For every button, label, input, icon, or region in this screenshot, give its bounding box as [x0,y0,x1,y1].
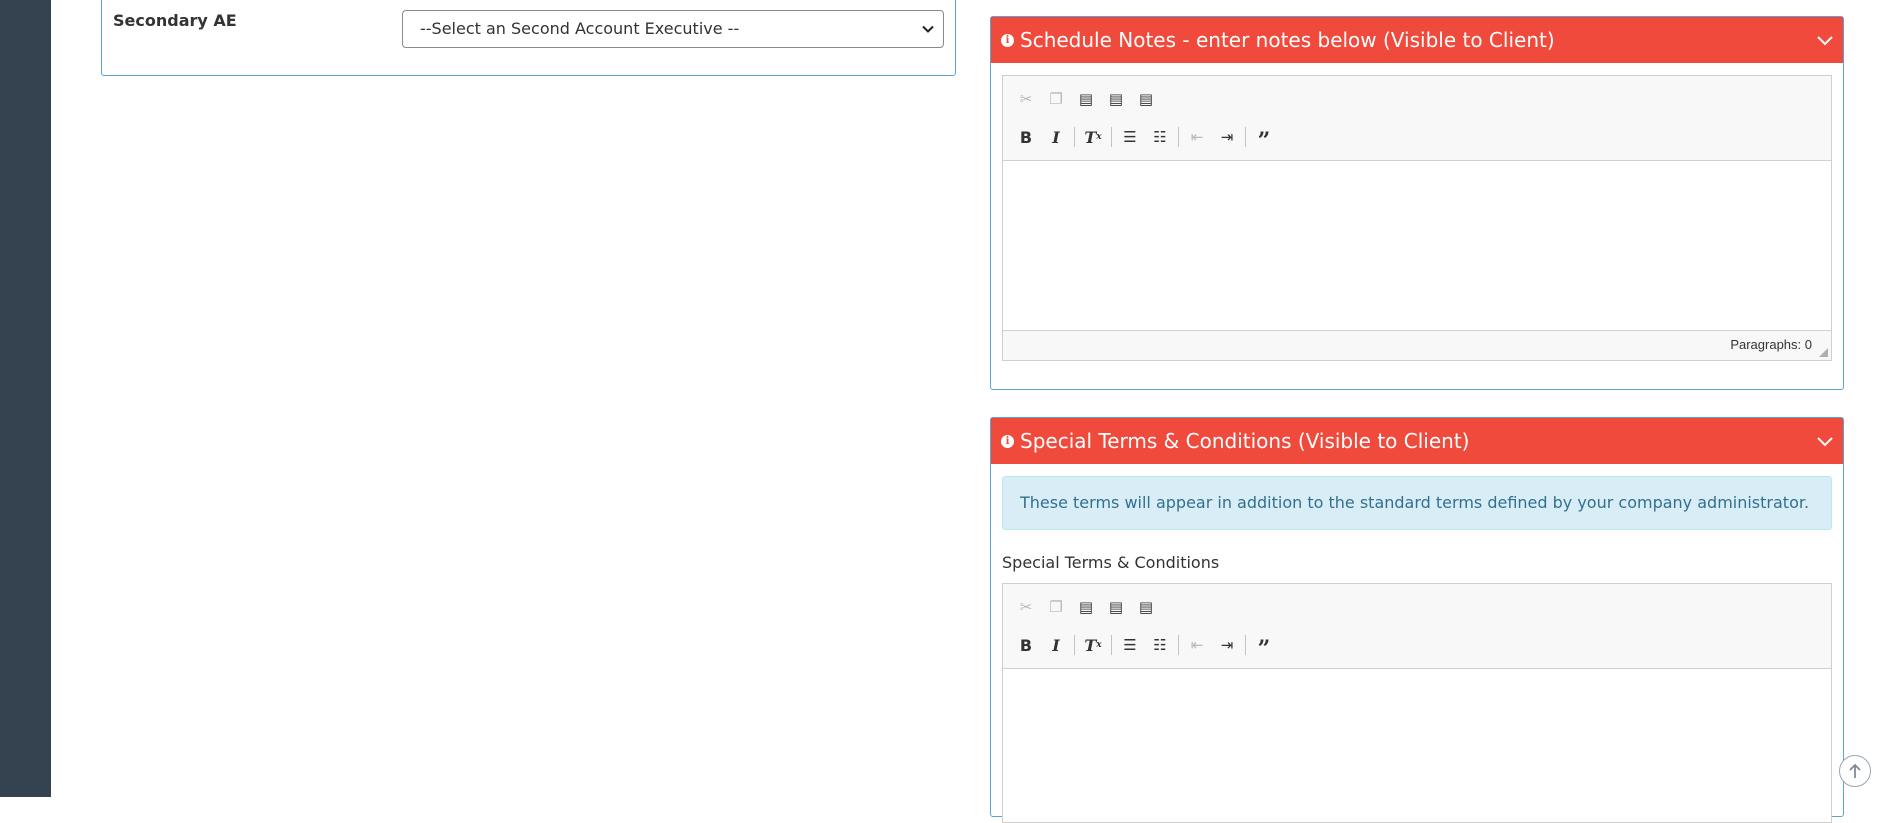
secondary-ae-select-value: --Select an Second Account Executive -- [420,19,740,38]
editor-toolbar: ✂ ❐ ▤ ▤ ▤ B I Tx ☰ ☷ ⇤ ⇥ ” [1003,584,1831,669]
chevron-down-icon[interactable] [1815,431,1835,451]
schedule-notes-editor: ✂ ❐ ▤ ▤ ▤ B I Tx ☰ ☷ ⇤ ⇥ ” Paragraphs: 0 [1002,75,1832,361]
paste-icon[interactable]: ▤ [1071,594,1101,620]
toolbar-separator [1245,635,1246,655]
info-alert: These terms will appear in addition to t… [1002,476,1832,530]
cut-icon[interactable]: ✂ [1011,86,1041,112]
paste-text-icon[interactable]: ▤ [1101,86,1131,112]
paste-icon[interactable]: ▤ [1071,86,1101,112]
schedule-notes-title: Schedule Notes - enter notes below (Visi… [1020,28,1555,52]
indent-icon[interactable]: ⇥ [1212,632,1242,658]
blockquote-icon[interactable]: ” [1249,124,1279,154]
arrow-up-icon [1849,763,1861,778]
sidebar [0,0,51,797]
numbered-list-icon[interactable]: ☰ [1115,124,1145,150]
remove-format-icon[interactable]: Tx [1078,124,1108,150]
toolbar-separator [1111,127,1112,147]
outdent-icon[interactable]: ⇤ [1182,124,1212,150]
outdent-icon[interactable]: ⇤ [1182,632,1212,658]
bulleted-list-icon[interactable]: ☷ [1145,124,1175,150]
indent-icon[interactable]: ⇥ [1212,124,1242,150]
copy-icon[interactable]: ❐ [1041,86,1071,112]
bulleted-list-icon[interactable]: ☷ [1145,632,1175,658]
secondary-ae-select[interactable]: --Select an Second Account Executive -- [402,10,944,48]
scroll-to-top-button[interactable] [1839,755,1871,787]
schedule-notes-content-area[interactable] [1003,161,1831,329]
schedule-notes-header[interactable]: i Schedule Notes - enter notes below (Vi… [991,17,1843,63]
copy-icon[interactable]: ❐ [1041,594,1071,620]
info-icon: i [1001,434,1014,448]
toolbar-separator [1074,127,1075,147]
special-terms-editor: ✂ ❐ ▤ ▤ ▤ B I Tx ☰ ☷ ⇤ ⇥ ” [1002,583,1832,823]
special-terms-header[interactable]: i Special Terms & Conditions (Visible to… [991,418,1843,464]
chevron-down-icon[interactable] [1815,30,1835,50]
toolbar-separator [1178,127,1179,147]
special-terms-panel: i Special Terms & Conditions (Visible to… [990,417,1844,823]
editor-toolbar: ✂ ❐ ▤ ▤ ▤ B I Tx ☰ ☷ ⇤ ⇥ ” [1003,76,1831,161]
remove-format-icon[interactable]: Tx [1078,632,1108,658]
toolbar-separator [1178,635,1179,655]
info-icon: i [1001,33,1014,47]
resize-grip-icon[interactable] [1819,348,1828,357]
italic-icon[interactable]: I [1041,632,1071,658]
schedule-notes-panel: i Schedule Notes - enter notes below (Vi… [990,16,1844,390]
toolbar-separator [1245,127,1246,147]
paragraph-count: Paragraphs: 0 [1730,337,1812,352]
toolbar-separator [1074,635,1075,655]
italic-icon[interactable]: I [1041,124,1071,150]
bold-icon[interactable]: B [1011,124,1041,150]
paste-word-icon[interactable]: ▤ [1131,594,1161,620]
chevron-down-icon [922,25,934,33]
blockquote-icon[interactable]: ” [1249,632,1279,662]
toolbar-separator [1111,635,1112,655]
special-terms-label: Special Terms & Conditions [1002,553,1220,572]
special-terms-title: Special Terms & Conditions (Visible to C… [1020,429,1470,453]
bold-icon[interactable]: B [1011,632,1041,658]
secondary-ae-label: Secondary AE [113,11,237,30]
paste-word-icon[interactable]: ▤ [1131,86,1161,112]
paste-text-icon[interactable]: ▤ [1101,594,1131,620]
cut-icon[interactable]: ✂ [1011,594,1041,620]
numbered-list-icon[interactable]: ☰ [1115,632,1145,658]
editor-status-bar: Paragraphs: 0 [1003,330,1831,360]
